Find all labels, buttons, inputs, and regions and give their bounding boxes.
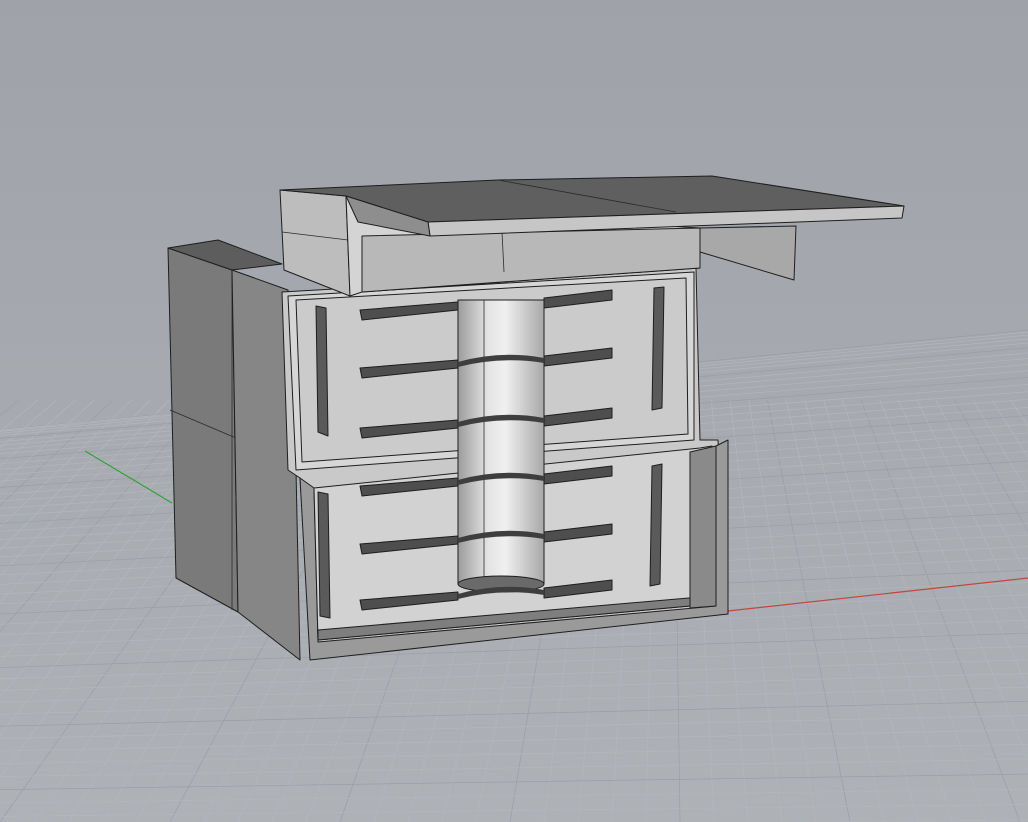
lower-tray-right-wall <box>689 445 717 609</box>
center-cylinder <box>457 299 545 585</box>
perspective-scene[interactable] <box>0 0 1028 822</box>
side-slot-left-lower <box>317 491 331 619</box>
housing-left-face <box>167 247 239 613</box>
side-slot-right-upper <box>651 286 665 411</box>
side-slot-left-upper <box>315 305 329 437</box>
3d-viewport[interactable] <box>0 0 1028 822</box>
side-slot-right-lower <box>649 463 663 587</box>
